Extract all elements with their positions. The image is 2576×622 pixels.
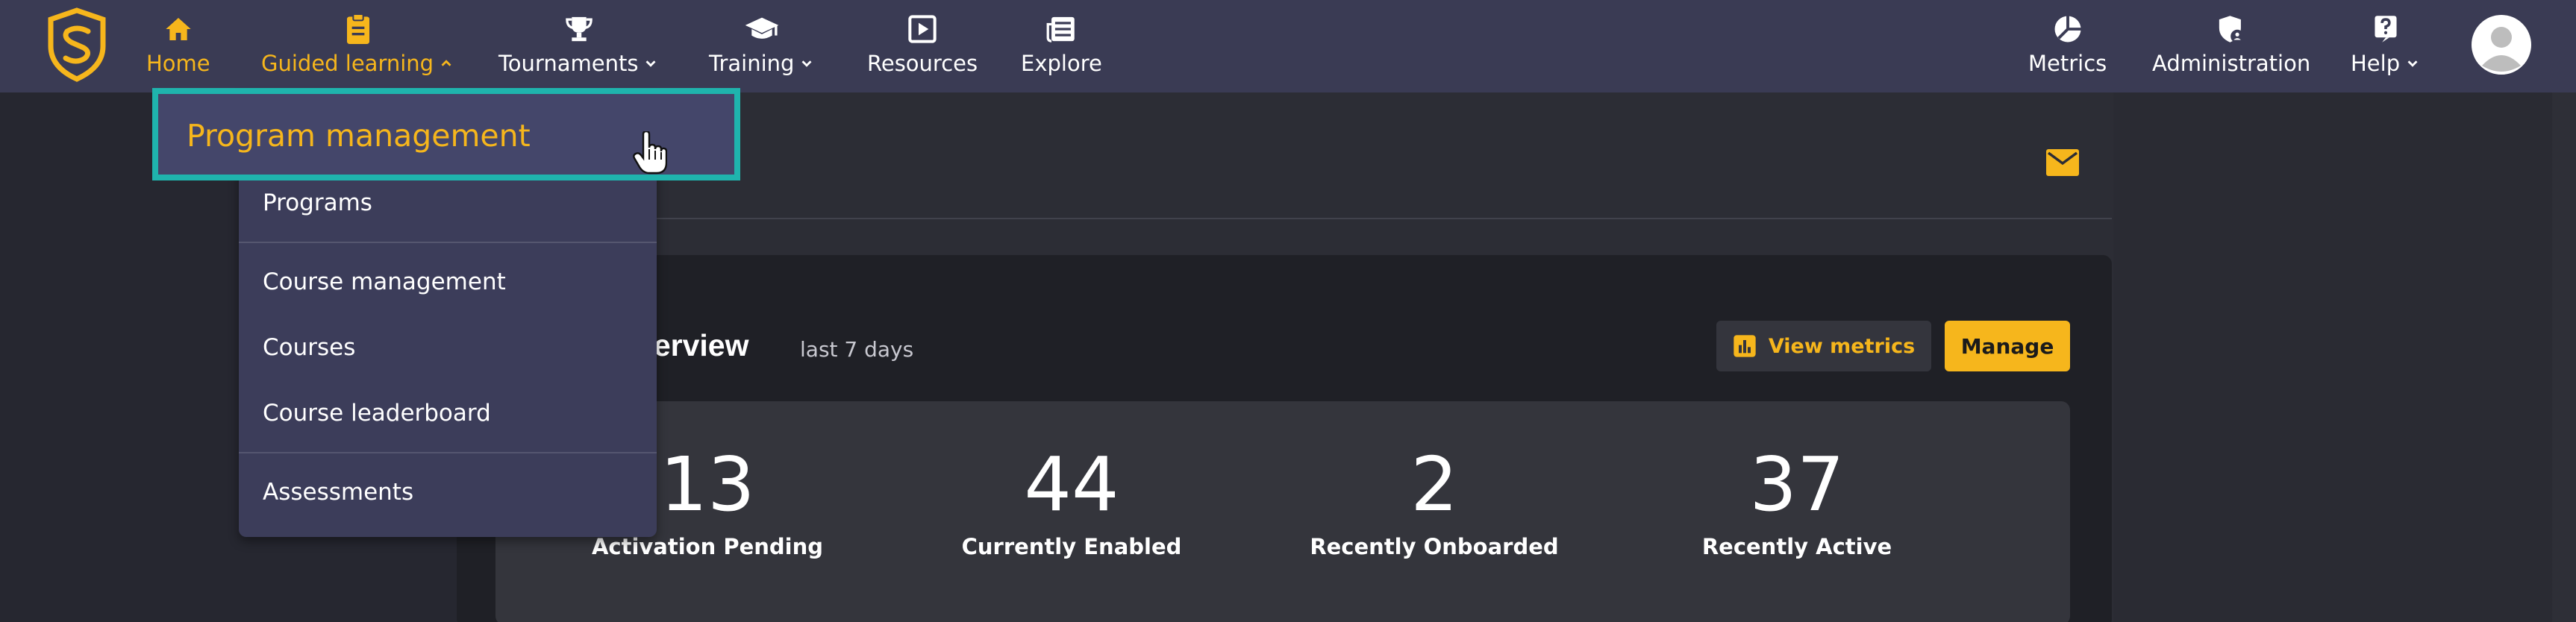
stat-recently-onboarded: 2 Recently Onboarded: [1300, 440, 1569, 559]
bar-chart-icon: [1734, 335, 1756, 357]
nav-guided-learning[interactable]: Guided learning: [261, 0, 454, 92]
view-metrics-label: View metrics: [1768, 334, 1916, 358]
page-scrollbar[interactable]: [2552, 92, 2576, 622]
nav-help-label: Help: [2351, 51, 2401, 76]
menu-divider: [239, 452, 657, 453]
hand-pointer-icon: [633, 131, 667, 175]
chevron-down-icon: [645, 60, 656, 67]
nav-metrics-label: Metrics: [2028, 51, 2107, 76]
nav-tournaments[interactable]: Tournaments: [498, 0, 659, 92]
chevron-up-icon: [441, 60, 451, 66]
question-icon: [2371, 12, 2401, 46]
chevron-down-icon: [2407, 60, 2418, 67]
user-avatar[interactable]: [2472, 15, 2531, 75]
stat-recently-active: 37 Recently Active: [1663, 440, 1931, 559]
nav-resources[interactable]: Resources: [867, 0, 978, 92]
graduation-cap-icon: [744, 12, 780, 46]
nav-explore-label: Explore: [1021, 51, 1102, 76]
menu-divider: [239, 242, 657, 243]
stat-label: Recently Onboarded: [1310, 534, 1559, 559]
stat-value: 2: [1410, 441, 1458, 528]
mail-icon[interactable]: [2046, 149, 2079, 176]
menu-item-program-management-label: Program management: [187, 118, 531, 154]
stat-label: Recently Active: [1701, 534, 1892, 559]
stat-label: Currently Enabled: [961, 534, 1182, 559]
nav-guided-learning-label: Guided learning: [261, 51, 434, 76]
header-divider: [457, 218, 2112, 219]
nav-administration-label: Administration: [2152, 51, 2311, 76]
chevron-down-icon: [801, 60, 812, 67]
nav-resources-label: Resources: [867, 51, 978, 76]
brand-logo[interactable]: [45, 7, 109, 82]
nav-home-label: Home: [146, 51, 210, 76]
menu-item-courses[interactable]: Courses: [263, 334, 355, 361]
play-square-icon: [907, 12, 937, 46]
nav-training-label: Training: [709, 51, 795, 76]
clipboard-icon: [343, 12, 373, 46]
stat-label: Activation Pending: [591, 534, 824, 559]
stat-currently-enabled: 44 Currently Enabled: [937, 440, 1206, 559]
nav-explore[interactable]: Explore: [1021, 0, 1102, 92]
menu-item-course-leaderboard[interactable]: Course leaderboard: [263, 400, 491, 427]
view-metrics-button[interactable]: View metrics: [1716, 321, 1931, 371]
nav-administration[interactable]: Administration: [2152, 0, 2310, 92]
stat-value: 37: [1749, 441, 1845, 528]
panel-subtitle: last 7 days: [800, 337, 914, 362]
newspaper-icon: [1045, 12, 1077, 46]
right-gutter: [2113, 92, 2576, 622]
nav-metrics[interactable]: Metrics: [2028, 0, 2107, 92]
nav-help[interactable]: Help: [2351, 0, 2421, 92]
menu-item-course-management[interactable]: Course management: [263, 268, 506, 295]
pie-chart-icon: [2052, 12, 2083, 46]
nav-tournaments-label: Tournaments: [498, 51, 639, 76]
manage-button[interactable]: Manage: [1945, 321, 2070, 371]
menu-item-programs[interactable]: Programs: [263, 189, 372, 216]
nav-training[interactable]: Training: [709, 0, 815, 92]
menu-item-assessments[interactable]: Assessments: [263, 479, 413, 506]
stat-value: 44: [1024, 441, 1119, 528]
trophy-icon: [563, 12, 595, 46]
home-icon: [163, 12, 193, 46]
nav-home[interactable]: Home: [146, 0, 210, 92]
user-silhouette-icon: [2472, 15, 2531, 75]
shield-user-icon: [2216, 12, 2246, 46]
top-navigation: Home Guided learning Tournaments Trainin…: [0, 0, 2576, 92]
